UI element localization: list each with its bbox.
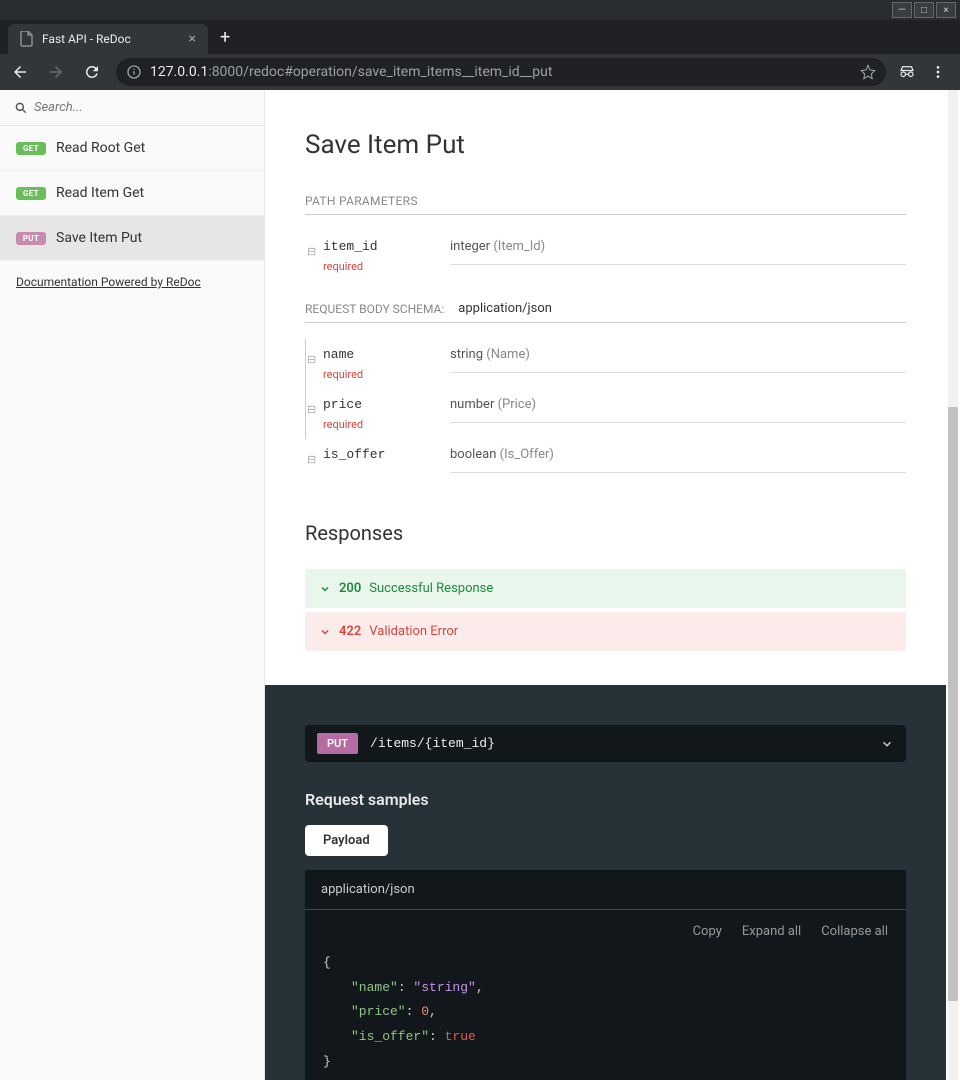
sidebar-footer-link[interactable]: Documentation Powered by ReDoc [0, 261, 264, 303]
param-name-cell: ⊟ price required [305, 397, 450, 431]
main-panel: Save Item Put PATH PARAMETERS ⊟ item_id … [265, 90, 960, 1080]
code-actions: Copy Expand all Collapse all [305, 910, 906, 945]
param-name-cell: ⊟ item_id required [305, 239, 450, 273]
sidebar-item-label: Save Item Put [56, 230, 142, 246]
request-body-header: REQUEST BODY SCHEMA: application/json [305, 301, 906, 323]
reload-button[interactable] [80, 63, 104, 81]
tree-icon: ⊟ [307, 353, 316, 366]
window-controls: — □ × [0, 0, 960, 20]
sidebar-item-label: Read Root Get [56, 140, 145, 156]
star-icon[interactable] [860, 64, 876, 80]
response-code: 200 [339, 581, 361, 596]
search-row [0, 90, 264, 126]
payload-tab[interactable]: Payload [305, 825, 388, 856]
param-name: name [323, 347, 354, 362]
close-window-button[interactable]: × [936, 2, 956, 18]
collapse-all-button[interactable]: Collapse all [821, 924, 888, 939]
browser-tab[interactable]: Fast API - ReDoc × [8, 24, 208, 54]
minimize-button[interactable]: — [892, 2, 912, 18]
param-row: ⊟ name required string (Name) [305, 339, 906, 389]
nav-right [898, 63, 952, 81]
sidebar-item-read-root[interactable]: GET Read Root Get [0, 126, 264, 171]
code-sample: application/json Copy Expand all Collaps… [305, 870, 906, 1080]
param-row: ⊟ price required number (Price) [305, 389, 906, 439]
response-200[interactable]: 200 Successful Response [305, 569, 906, 608]
method-badge: GET [16, 142, 46, 155]
request-body-content-type[interactable]: application/json [458, 301, 552, 316]
chevron-down-icon [319, 583, 331, 595]
incognito-icon[interactable] [898, 63, 916, 81]
scrollbar-thumb[interactable] [948, 407, 958, 1001]
maximize-button[interactable]: □ [914, 2, 934, 18]
param-type: string (Name) [450, 347, 906, 373]
site-info-icon[interactable] [126, 64, 142, 80]
param-type: integer (Item_Id) [450, 239, 906, 265]
request-body-label: REQUEST BODY SCHEMA: [305, 302, 444, 316]
body-params-table: ⊟ name required string (Name) ⊟ price re… [305, 339, 906, 481]
new-tab-button[interactable]: + [208, 27, 242, 48]
param-name-cell: ⊟ name required [305, 347, 450, 381]
endpoint-selector[interactable]: PUT /items/{item_id} [305, 725, 906, 762]
response-422[interactable]: 422 Validation Error [305, 612, 906, 651]
menu-icon[interactable] [930, 64, 946, 80]
code-content-type[interactable]: application/json [305, 870, 906, 910]
samples-title: Request samples [305, 790, 906, 809]
param-name: is_offer [323, 447, 385, 462]
operation-section: Save Item Put PATH PARAMETERS ⊟ item_id … [265, 90, 946, 685]
search-input[interactable] [34, 100, 250, 115]
param-name: price [323, 397, 362, 412]
copy-button[interactable]: Copy [693, 924, 722, 939]
tree-icon: ⊟ [307, 245, 316, 258]
param-name-cell: ⊟ is_offer [305, 447, 450, 462]
tree-icon: ⊟ [307, 403, 316, 416]
param-required: required [323, 418, 363, 431]
param-type: number (Price) [450, 397, 906, 423]
endpoint-path: /items/{item_id} [370, 736, 868, 751]
path-params-label: PATH PARAMETERS [305, 194, 906, 215]
responses-title: Responses [305, 521, 906, 545]
response-text: Validation Error [369, 624, 458, 639]
param-required: required [323, 260, 363, 273]
param-row: ⊟ is_offer boolean (Is_Offer) [305, 439, 906, 481]
document-icon [20, 31, 34, 47]
param-required: required [323, 368, 363, 381]
sidebar-item-save-item[interactable]: PUT Save Item Put [0, 216, 264, 261]
tree-line [305, 389, 306, 439]
url-text: 127.0.0.1:8000/redoc#operation/save_item… [150, 64, 852, 80]
search-icon [14, 101, 28, 115]
chevron-down-icon [319, 626, 331, 638]
tree-line [305, 339, 306, 389]
url-bar[interactable]: 127.0.0.1:8000/redoc#operation/save_item… [116, 58, 886, 86]
page-content: GET Read Root Get GET Read Item Get PUT … [0, 90, 960, 1080]
param-type: boolean (Is_Offer) [450, 447, 906, 473]
response-text: Successful Response [369, 581, 493, 596]
sidebar-item-read-item[interactable]: GET Read Item Get [0, 171, 264, 216]
method-badge: GET [16, 187, 46, 200]
back-button[interactable] [8, 63, 32, 81]
nav-bar: 127.0.0.1:8000/redoc#operation/save_item… [0, 54, 960, 90]
browser-chrome: — □ × Fast API - ReDoc × + 127.0.0.1: [0, 0, 960, 90]
expand-all-button[interactable]: Expand all [742, 924, 801, 939]
tree-icon: ⊟ [307, 453, 316, 466]
page-scrollbar[interactable] [948, 90, 958, 1080]
operation-title: Save Item Put [305, 130, 906, 160]
path-params-table: ⊟ item_id required integer (Item_Id) [305, 231, 906, 281]
method-badge: PUT [16, 232, 46, 245]
tab-bar: Fast API - ReDoc × + [0, 20, 960, 54]
sidebar-item-label: Read Item Get [56, 185, 144, 201]
chevron-down-icon [880, 737, 894, 751]
forward-button[interactable] [44, 63, 68, 81]
endpoint-method-badge: PUT [317, 733, 358, 754]
samples-panel: PUT /items/{item_id} Request samples Pay… [265, 685, 946, 1080]
response-code: 422 [339, 624, 361, 639]
param-row: ⊟ item_id required integer (Item_Id) [305, 231, 906, 281]
param-name: item_id [323, 239, 378, 254]
sidebar: GET Read Root Get GET Read Item Get PUT … [0, 90, 265, 1080]
tab-title: Fast API - ReDoc [42, 32, 181, 46]
close-tab-icon[interactable]: × [189, 31, 196, 47]
code-block: { "name": "string", "price": 0, "is_offe… [305, 945, 906, 1080]
